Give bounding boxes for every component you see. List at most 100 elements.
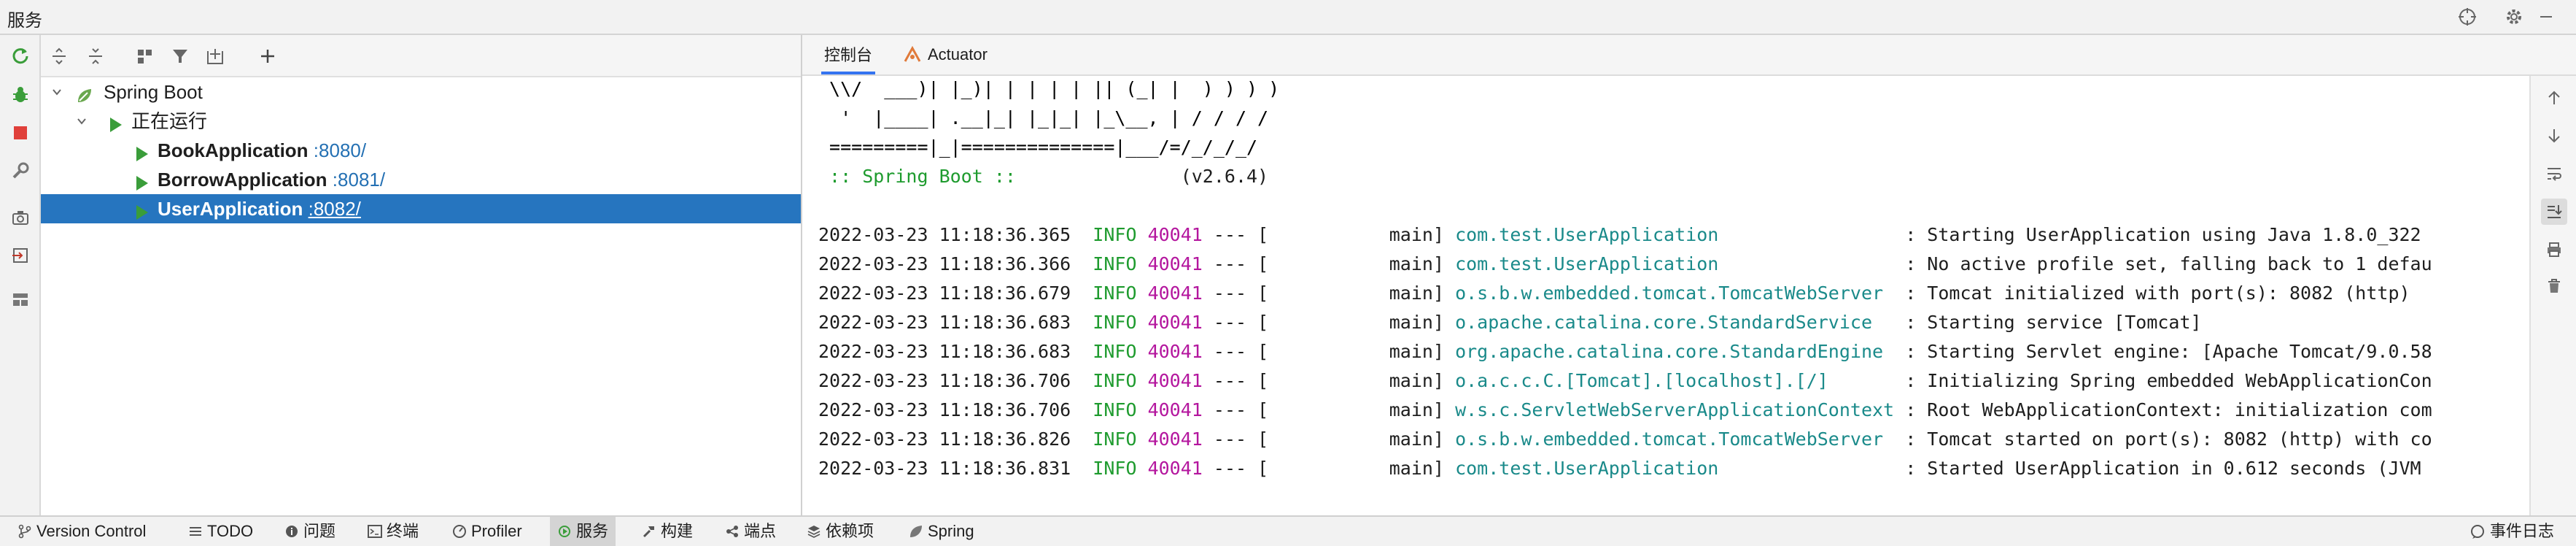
tool-window-titlebar: 服务 [0, 0, 2576, 35]
crosshair-icon[interactable] [2455, 4, 2480, 29]
layout-icon[interactable] [7, 286, 34, 312]
hammer-icon [643, 526, 654, 538]
tool-label: 构建 [661, 522, 694, 540]
tool-version-control[interactable]: Version Control [18, 517, 146, 546]
bottom-tool-window-bar: Version Control TODO 问题 终端 Profiler 服务 构… [0, 515, 2576, 546]
banner-line: \\/ ___)| |_)| | | | | || (_| | ) ) ) ) [818, 78, 1280, 99]
log-line: 2022-03-23 11:18:36.683 INFO 40041 --- [… [818, 341, 2432, 362]
tool-label: Profiler [471, 522, 522, 540]
filter-icon[interactable] [166, 42, 194, 70]
log-line: 2022-03-23 11:18:36.683 INFO 40041 --- [… [818, 312, 2202, 333]
profiler-icon [453, 525, 466, 538]
app-port-link[interactable]: :8081/ [333, 169, 385, 191]
collapse-all-icon[interactable] [82, 42, 109, 70]
add-service-icon[interactable] [254, 42, 282, 70]
banner-line: =========|_|==============|___/=/_/_/_/ [818, 136, 1258, 158]
camera-icon[interactable] [7, 204, 34, 231]
debug-bug-icon[interactable] [7, 82, 34, 108]
tree-item-book-application[interactable]: BookApplication :8080/ [41, 136, 801, 165]
trash-icon[interactable] [2541, 273, 2567, 299]
tool-label: 服务 [576, 522, 609, 540]
layers-icon [807, 526, 820, 538]
run-status-icon [133, 200, 150, 220]
settings-gear-icon[interactable] [2502, 4, 2526, 29]
log-line: 2022-03-23 11:18:36.831 INFO 40041 --- [… [818, 458, 2421, 479]
tool-spring[interactable]: Spring [909, 517, 974, 546]
run-status-icon [133, 142, 150, 161]
spring-boot-version-line: :: Spring Boot :: (v2.6.4) [818, 162, 1268, 191]
tool-profiler[interactable]: Profiler [452, 517, 522, 546]
tool-endpoints[interactable]: 端点 [725, 517, 776, 546]
soft-wrap-icon[interactable] [2541, 161, 2567, 187]
new-tab-icon[interactable] [201, 42, 229, 70]
tool-event-log[interactable]: 事件日志 [2470, 517, 2554, 546]
tab-label: 控制台 [824, 46, 873, 64]
arrow-down-icon[interactable] [2541, 123, 2567, 149]
tool-label: 事件日志 [2490, 522, 2555, 540]
tree-item-spring-boot[interactable]: Spring Boot [41, 77, 801, 107]
tool-label: 依赖项 [826, 522, 874, 540]
app-name: BorrowApplication [158, 169, 327, 191]
tool-build[interactable]: 构建 [642, 517, 693, 546]
app-port-link[interactable]: :8080/ [314, 139, 366, 161]
group-by-icon[interactable] [131, 42, 159, 70]
tree-item-label: 正在运行 [131, 110, 208, 132]
endpoints-icon [726, 526, 738, 537]
tree-item-running-group[interactable]: 正在运行 [41, 107, 801, 136]
tool-label: 终端 [387, 522, 419, 540]
arrow-up-icon[interactable] [2541, 85, 2567, 111]
services-tree: Spring Boot 正在运行 BookApplication :8080/ … [41, 77, 801, 515]
stop-icon[interactable] [7, 120, 34, 146]
spring-boot-version: (v2.6.4) [1026, 166, 1269, 187]
console-right-toolbar [2529, 76, 2576, 515]
branch-icon [18, 524, 31, 539]
exit-icon[interactable] [7, 242, 34, 269]
log-line: 2022-03-23 11:18:36.366 INFO 40041 --- [… [818, 253, 2432, 274]
chevron-down-icon[interactable] [48, 77, 66, 107]
tool-label: Spring [928, 522, 974, 540]
tree-item-borrow-application[interactable]: BorrowApplication :8081/ [41, 165, 801, 194]
tool-todo[interactable]: TODO [188, 517, 253, 546]
spring-leaf-icon [910, 526, 922, 537]
tree-item-label: Spring Boot [104, 81, 203, 103]
services-icon [559, 526, 570, 537]
tool-window-title: 服务 [7, 11, 42, 31]
tab-console[interactable]: 控制台 [821, 35, 876, 74]
log-line: 2022-03-23 11:18:36.706 INFO 40041 --- [… [818, 399, 2432, 420]
actuator-icon [903, 45, 922, 64]
terminal-icon [368, 525, 382, 538]
tool-terminal[interactable]: 终端 [368, 517, 419, 546]
wrench-icon[interactable] [7, 158, 34, 184]
log-line: 2022-03-23 11:18:36.706 INFO 40041 --- [… [818, 370, 2432, 391]
app-name: BookApplication [158, 139, 309, 161]
tool-label: 端点 [744, 522, 777, 540]
tool-problems[interactable]: 问题 [284, 517, 335, 546]
tool-label: Version Control [36, 522, 147, 540]
details-tabs: 控制台 Actuator [802, 35, 2576, 76]
app-name: UserApplication [158, 198, 303, 220]
log-line: 2022-03-23 11:18:36.826 INFO 40041 --- [… [818, 428, 2432, 450]
expand-all-icon[interactable] [45, 42, 73, 70]
log-line: 2022-03-23 11:18:36.365 INFO 40041 --- [… [818, 224, 2421, 245]
tool-label: TODO [207, 522, 254, 540]
console-output[interactable]: \\/ ___)| |_)| | | | | || (_| | ) ) ) ) … [802, 76, 2529, 515]
event-log-icon [2471, 525, 2484, 539]
tab-label: Actuator [928, 45, 988, 64]
info-icon [286, 526, 298, 537]
tool-services[interactable]: 服务 [550, 517, 616, 546]
scroll-to-end-icon[interactable] [2541, 199, 2567, 225]
run-status-icon [106, 112, 124, 132]
app-port-link[interactable]: :8082/ [309, 198, 361, 220]
tab-actuator[interactable]: Actuator [903, 35, 988, 74]
tool-label: 问题 [303, 522, 336, 540]
minimize-icon[interactable] [2534, 4, 2558, 29]
rerun-icon[interactable] [7, 42, 34, 69]
print-icon[interactable] [2541, 237, 2567, 263]
services-left-toolbar [0, 35, 41, 515]
list-icon [190, 527, 201, 536]
banner-line: ' |____| .__|_| |_|_| |_\__, | / / / / [818, 107, 1269, 128]
tool-dependencies[interactable]: 依赖项 [807, 517, 874, 546]
log-line: 2022-03-23 11:18:36.679 INFO 40041 --- [… [818, 282, 2410, 304]
chevron-down-icon[interactable] [73, 107, 90, 136]
tree-item-user-application[interactable]: UserApplication :8082/ [41, 194, 801, 223]
